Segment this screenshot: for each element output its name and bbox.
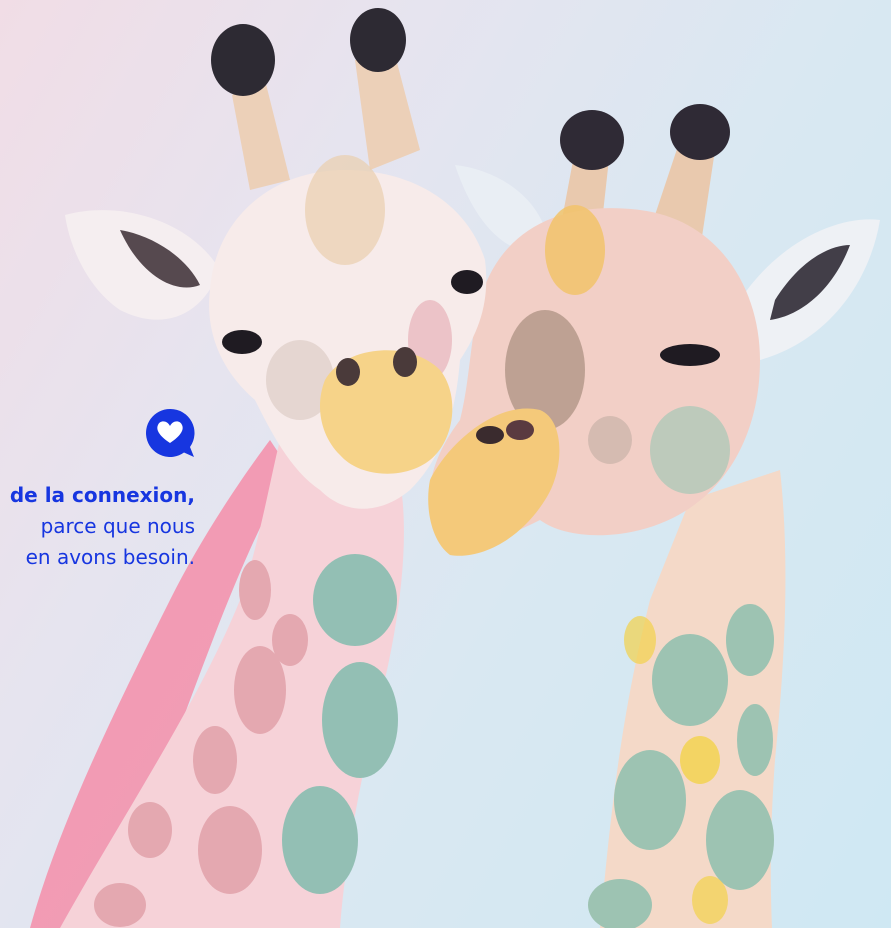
tagline-line-3: en avons besoin. bbox=[25, 545, 195, 569]
neck-spot bbox=[272, 614, 308, 666]
neck-spot bbox=[94, 883, 146, 927]
nostril bbox=[393, 347, 417, 377]
forehead-patch bbox=[305, 155, 385, 265]
poster-scene: de la connexion, parce que nous en avons… bbox=[0, 0, 891, 928]
right-giraffe-eye bbox=[660, 344, 720, 366]
neck-spot bbox=[706, 790, 774, 890]
left-ossicone bbox=[355, 55, 420, 170]
neck-spot bbox=[193, 726, 237, 794]
neck-spot bbox=[614, 750, 686, 850]
left-ossicone bbox=[232, 80, 290, 190]
chat-heart-icon bbox=[146, 408, 195, 457]
neck-spot bbox=[128, 802, 172, 858]
neck-spot bbox=[313, 554, 397, 646]
neck-spot bbox=[652, 634, 728, 726]
tagline-line-2: parce que nous bbox=[40, 514, 195, 538]
nostril bbox=[476, 426, 504, 444]
tagline-line-1: de la connexion, bbox=[9, 483, 195, 507]
left-ear bbox=[65, 210, 220, 320]
tagline: de la connexion, parce que nous en avons… bbox=[10, 480, 195, 573]
neck-spot bbox=[198, 806, 262, 894]
left-ossicone-tip bbox=[211, 24, 275, 96]
nostril bbox=[506, 420, 534, 440]
right-ossicone-tip bbox=[670, 104, 730, 160]
nostril bbox=[336, 358, 360, 386]
right-giraffe bbox=[428, 104, 880, 928]
neck-spot bbox=[624, 616, 656, 664]
neck-spot bbox=[737, 704, 773, 776]
forehead-patch bbox=[545, 205, 605, 295]
left-giraffe-eye bbox=[222, 330, 262, 354]
neck-spot bbox=[726, 604, 774, 676]
neck-spot bbox=[692, 876, 728, 924]
left-ossicone-tip bbox=[350, 8, 406, 72]
face-spot bbox=[588, 416, 632, 464]
face-spot bbox=[650, 406, 730, 494]
neck-spot bbox=[239, 560, 271, 620]
giraffes-illustration bbox=[30, 8, 880, 928]
right-ossicone-tip bbox=[560, 110, 624, 170]
neck-spot bbox=[282, 786, 358, 894]
left-giraffe-eye bbox=[451, 270, 483, 294]
neck-spot bbox=[322, 662, 398, 778]
neck-spot bbox=[680, 736, 720, 784]
